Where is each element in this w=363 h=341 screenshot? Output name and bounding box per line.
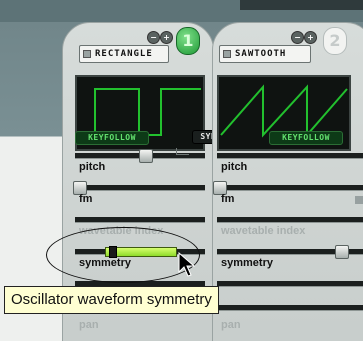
osc2-symmetry-knob[interactable] xyxy=(335,245,349,259)
osc1-waveform-selector[interactable]: RECTANGLE xyxy=(79,45,169,63)
osc1-pitch-label: pitch xyxy=(79,161,106,173)
osc1-fm-slider[interactable] xyxy=(73,181,205,195)
osc2-waveform-selector[interactable]: SAWTOOTH xyxy=(219,45,311,63)
osc2-keyfollow-button[interactable]: KEYFOLLOW xyxy=(269,131,343,145)
osc1-pan-label: pan xyxy=(79,319,99,331)
osc2-wavetable-index-label: wavetable index xyxy=(221,225,306,237)
waveform-menu-icon xyxy=(223,50,231,58)
osc1-keyfollow-button[interactable]: KEYFOLLOW xyxy=(75,131,149,145)
osc2-number-button[interactable]: 2 xyxy=(323,27,347,55)
osc1-wavetable-index-slider[interactable] xyxy=(75,217,205,223)
osc1-plus-button[interactable]: + xyxy=(160,31,173,44)
osc1-minus-button[interactable]: − xyxy=(147,31,160,44)
osc1-pitch-knob[interactable] xyxy=(139,149,153,163)
top-rail xyxy=(240,0,363,10)
osc2-fm-slider[interactable] xyxy=(213,181,363,195)
symmetry-tooltip: Oscillator waveform symmetry xyxy=(4,286,219,314)
osc2-pan-slider[interactable] xyxy=(217,305,363,311)
osc2-plus-button[interactable]: + xyxy=(304,31,317,44)
osc2-minus-button[interactable]: − xyxy=(291,31,304,44)
oscillator-2-panel: − + 2 SAWTOOTH KEYFOLLOW pitch fm waveta… xyxy=(212,22,363,341)
osc2-extra-slider[interactable] xyxy=(217,281,363,287)
osc2-fm-label: fm xyxy=(221,193,235,205)
sync-link-line-left xyxy=(176,148,189,155)
osc2-pan-label: pan xyxy=(221,319,241,331)
osc2-symmetry-label: symmetry xyxy=(221,257,273,269)
top-bar xyxy=(0,0,363,22)
osc2-wavetable-index-slider[interactable] xyxy=(217,217,363,223)
highlight-ellipse xyxy=(46,227,200,283)
waveform-menu-icon xyxy=(83,50,91,58)
osc2-pitch-label: pitch xyxy=(221,161,248,173)
synth-oscillator-section: − + 1 RECTANGLE KEYFOLLOW pitch fm wavet… xyxy=(0,0,363,341)
osc1-fm-label: fm xyxy=(79,193,93,205)
osc2-pitch-slider[interactable] xyxy=(217,153,363,159)
osc1-waveform-label: RECTANGLE xyxy=(95,49,153,59)
osc2-symmetry-slider[interactable] xyxy=(217,245,363,259)
osc1-number-button[interactable]: 1 xyxy=(176,27,200,55)
panel-edge-marker xyxy=(355,196,363,204)
mouse-pointer-icon xyxy=(178,252,196,277)
osc2-waveform-label: SAWTOOTH xyxy=(235,49,287,59)
